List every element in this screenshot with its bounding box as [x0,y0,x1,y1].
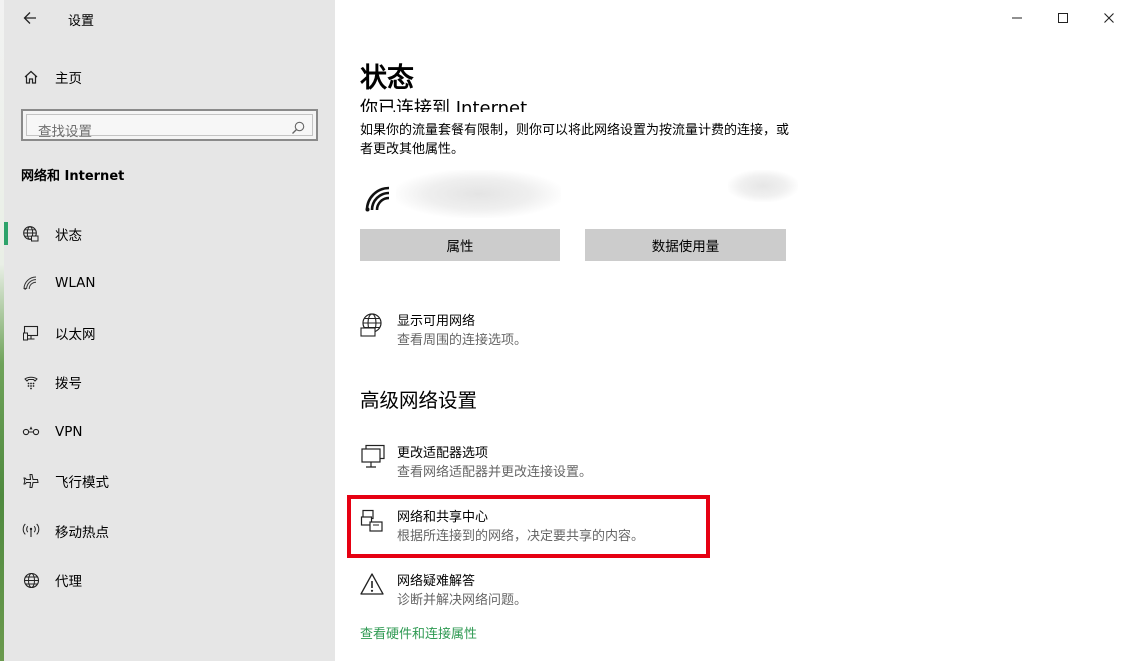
sidebar-item-label: 以太网 [55,326,96,343]
change-adapter-options[interactable]: 更改适配器选项 查看网络适配器并更改连接设置。 [360,442,860,486]
properties-button[interactable]: 属性 [360,229,560,261]
dialup-icon [20,371,42,393]
adapter-subtitle: 查看网络适配器并更改连接设置。 [397,465,593,480]
sidebar-item-label: WLAN [55,275,96,292]
minimize-icon [1012,17,1022,19]
close-icon [1104,13,1114,23]
network-troubleshooter[interactable]: 网络疑难解答 诊断并解决网络问题。 [360,570,860,614]
maximize-icon [1058,13,1068,23]
sidebar-item-label: 移动热点 [55,524,109,541]
sidebar-item-ethernet[interactable]: 以太网 [4,308,335,358]
sidebar-item-home[interactable]: 主页 [4,60,335,94]
warning-icon [360,573,384,595]
sidebar: 设置 主页 查找设置 网络和 Internet 状态 WLAN 以太网 拨号 V… [4,0,335,661]
network-globe-icon [360,313,382,337]
redacted-network-info [728,170,798,202]
search-placeholder: 查找设置 [38,124,92,140]
troubleshoot-subtitle: 诊断并解决网络问题。 [397,593,528,608]
sidebar-item-label: 拨号 [55,376,82,393]
airplane-icon [20,470,42,492]
main-content: 状态 你已连接到 Internet 如果你的流量套餐有限制，则你可以将此网络设置… [335,0,1132,661]
window-controls [994,0,1132,36]
show-networks-subtitle: 查看周围的连接选项。 [397,333,528,348]
sidebar-item-status[interactable]: 状态 [4,209,335,259]
metered-description: 如果你的流量套餐有限制，则你可以将此网络设置为按流量计费的连接，或者更改其他属性… [360,123,790,157]
sidebar-item-hotspot[interactable]: 移动热点 [4,506,335,556]
sidebar-item-label: 飞行模式 [55,475,109,492]
data-usage-button[interactable]: 数据使用量 [585,229,786,261]
ethernet-icon [20,322,42,344]
app-title: 设置 [68,14,95,29]
vpn-icon [20,421,42,443]
sidebar-nav: 状态 WLAN 以太网 拨号 VPN 飞行模式 移动热点 代理 [4,209,335,605]
sidebar-item-proxy[interactable]: 代理 [4,556,335,606]
hardware-properties-link[interactable]: 查看硬件和连接属性 [360,623,477,642]
connection-info [360,170,800,222]
home-icon [20,66,42,88]
sidebar-item-wlan[interactable]: WLAN [4,259,335,309]
connection-heading-clip: 你已连接到 Internet [360,92,780,112]
sidebar-item-airplane[interactable]: 飞行模式 [4,457,335,507]
search-input: 查找设置 [26,114,313,140]
connection-heading: 你已连接到 Internet [360,98,528,112]
title-bar: 设置 [4,0,335,36]
adapter-icon [361,444,385,468]
sidebar-item-label: 状态 [55,227,82,244]
hotspot-icon [20,520,42,542]
highlight-box [347,495,710,558]
search-icon[interactable] [290,120,306,136]
advanced-settings-heading: 高级网络设置 [360,389,478,412]
status-globe-icon [20,223,42,245]
maximize-button[interactable] [1040,0,1086,36]
sidebar-item-label: VPN [55,423,83,440]
sidebar-item-label: 代理 [55,574,82,591]
wifi-signal-icon [365,186,390,212]
section-label: 网络和 Internet [21,169,125,184]
troubleshoot-title: 网络疑难解答 [397,574,476,589]
back-arrow-icon [23,12,36,24]
globe-icon [20,569,42,591]
minimize-button[interactable] [994,0,1040,36]
sidebar-item-dialup[interactable]: 拨号 [4,358,335,408]
search-box[interactable]: 查找设置 [21,109,318,141]
wifi-icon [20,272,42,294]
page-title: 状态 [360,63,414,94]
back-button[interactable] [18,6,42,30]
redacted-network-name [396,170,561,218]
close-button[interactable] [1086,0,1132,36]
show-networks-title: 显示可用网络 [397,314,476,329]
show-available-networks[interactable]: 显示可用网络 查看周围的连接选项。 [360,310,860,354]
sidebar-item-vpn[interactable]: VPN [4,407,335,457]
sidebar-item-label: 主页 [55,71,82,87]
adapter-title: 更改适配器选项 [397,446,489,461]
